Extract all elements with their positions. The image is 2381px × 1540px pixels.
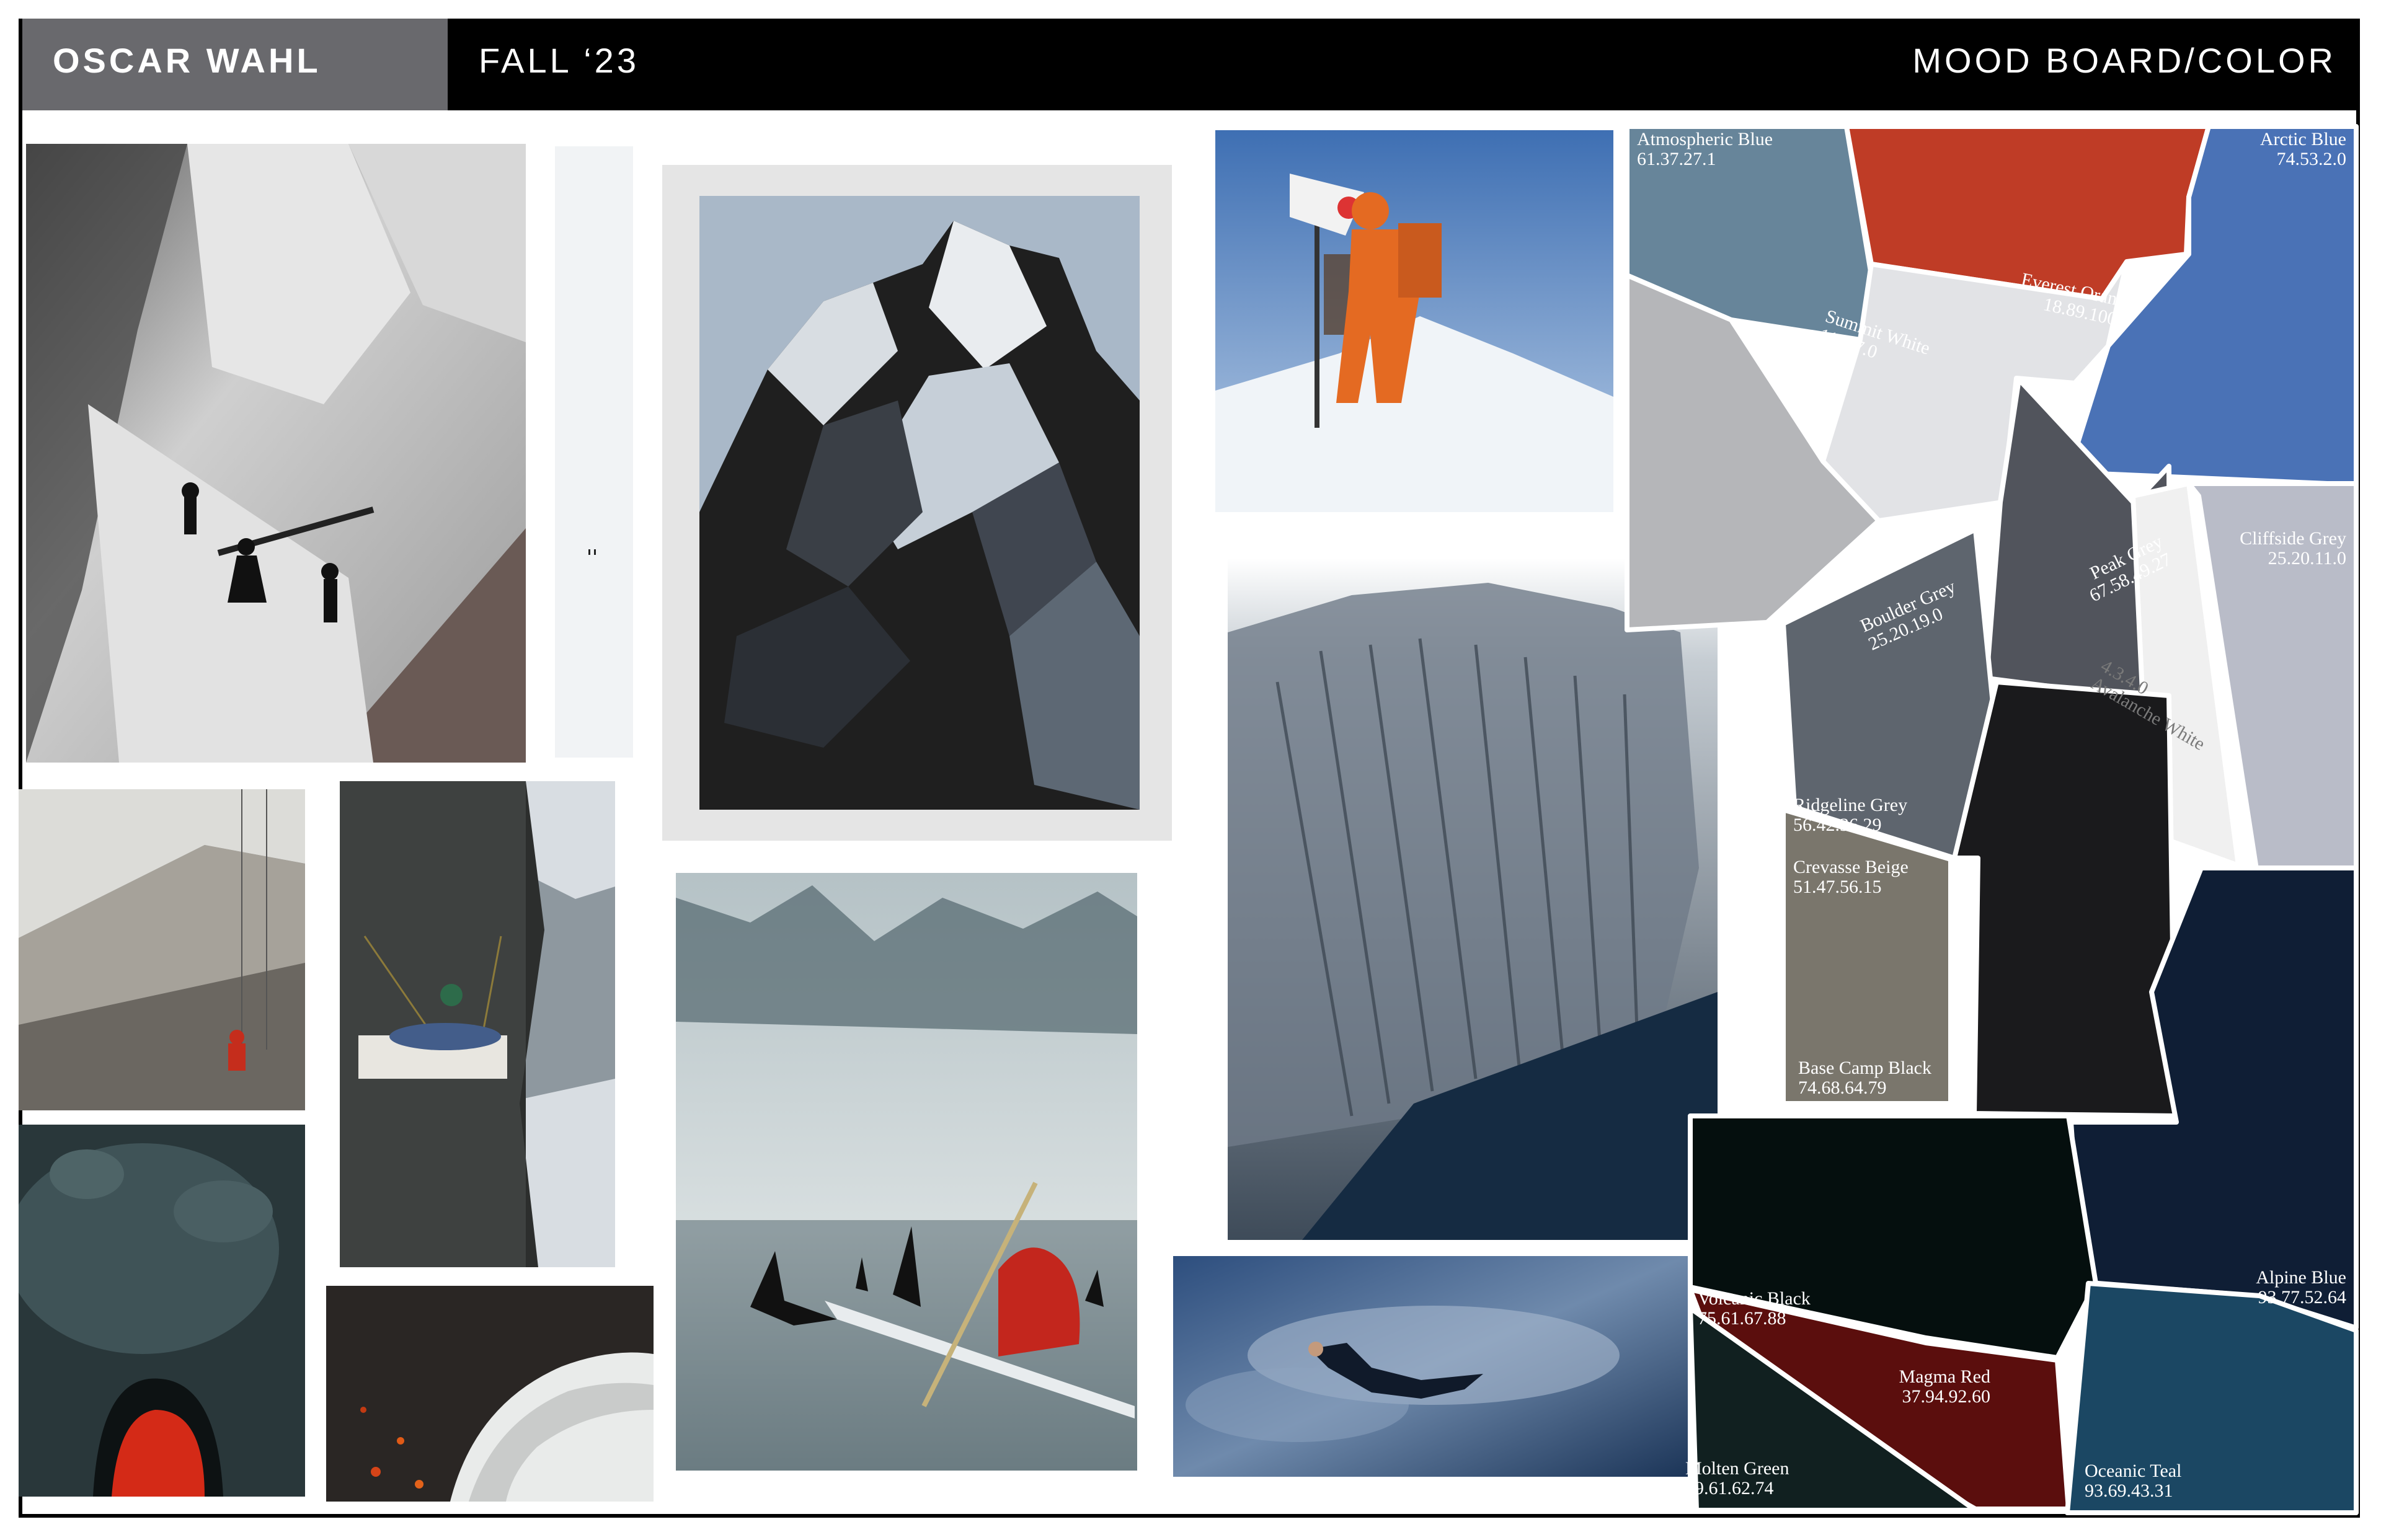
- swatch-code-base-camp-black: 74.68.64.79: [1798, 1078, 1887, 1098]
- swatch-name-magma-red: Magma Red: [1899, 1366, 1990, 1387]
- swatch-label-magma-red: Magma Red 37.94.92.60: [1899, 1366, 1990, 1407]
- lava-meets-snow-photo: [326, 1286, 654, 1502]
- color-palette: Atmospheric Blue 61.37.27.1Everest Orange…: [1625, 124, 2359, 1515]
- season-label: FALL ‘23: [479, 41, 639, 80]
- brand-name: OSCAR WAHL: [53, 41, 321, 80]
- swatch-code-cliffside-grey: 25.20.11.0: [2268, 548, 2346, 569]
- swatch-label-molten-green: Molten Green 79.61.62.74: [1685, 1458, 1789, 1498]
- lava-cave-photo: [19, 1125, 305, 1497]
- impasto-mountain-painting: [662, 165, 1172, 841]
- swatch-code-ridgeline-grey: 56.42.36.29: [1793, 815, 1882, 835]
- swatch-name-arctic-blue: Arctic Blue: [2260, 129, 2346, 149]
- swatch-name-oceanic-teal: Oceanic Teal: [2085, 1461, 2181, 1481]
- swatch-name-cliffside-grey: Cliffside Grey: [2240, 528, 2346, 549]
- swatch-name-ridgeline-grey: Ridgeline Grey: [1793, 795, 1907, 815]
- swatch-code-volcanic-black: 75.61.67.88: [1698, 1308, 1786, 1329]
- portaledge-bed-on-cliff-photo: [340, 781, 615, 1267]
- summit-climber-with-flag-photo: [1215, 130, 1613, 512]
- swatch-name-alpine-blue: Alpine Blue: [2256, 1267, 2346, 1288]
- swatch-base-camp-black: [1952, 679, 2178, 1118]
- kayak-with-orcas-photo: [676, 873, 1137, 1471]
- swatch-code-arctic-blue: 74.53.2.0: [2277, 149, 2347, 169]
- swatch-name-volcanic-black: Volcanic Black: [1698, 1288, 1811, 1309]
- swatch-code-molten-green: 79.61.62.74: [1685, 1478, 1774, 1498]
- floating-person-in-clouds-photo: [1173, 1256, 1688, 1477]
- swatch-code-crevasse-beige: 51.47.56.15: [1793, 877, 1882, 897]
- snowfield-hikers-photo: [555, 146, 633, 758]
- swatch-label-alpine-blue: Alpine Blue 93.77.52.64: [2256, 1267, 2346, 1308]
- swatch-code-alpine-blue: 93.77.52.64: [2258, 1287, 2347, 1308]
- swatch-code-oceanic-teal: 93.69.43.31: [2085, 1480, 2173, 1501]
- ice-cave-rappel-photo: [19, 789, 305, 1110]
- board-title: MOOD BOARD/COLOR: [1912, 41, 2336, 80]
- swatch-name-molten-green: Molten Green: [1685, 1458, 1789, 1479]
- swatch-name-crevasse-beige: Crevasse Beige: [1793, 857, 1909, 877]
- swatch-name-base-camp-black: Base Camp Black: [1798, 1058, 1931, 1078]
- vintage-glacier-climbers-photo: [26, 144, 526, 763]
- swatch-code-atmospheric-blue: 61.37.27.1: [1637, 149, 1716, 169]
- swatch-code-magma-red: 37.94.92.60: [1902, 1386, 1991, 1407]
- swatch-name-atmospheric-blue: Atmospheric Blue: [1637, 129, 1773, 149]
- swatch-label-oceanic-teal: Oceanic Teal 93.69.43.31: [2085, 1461, 2181, 1501]
